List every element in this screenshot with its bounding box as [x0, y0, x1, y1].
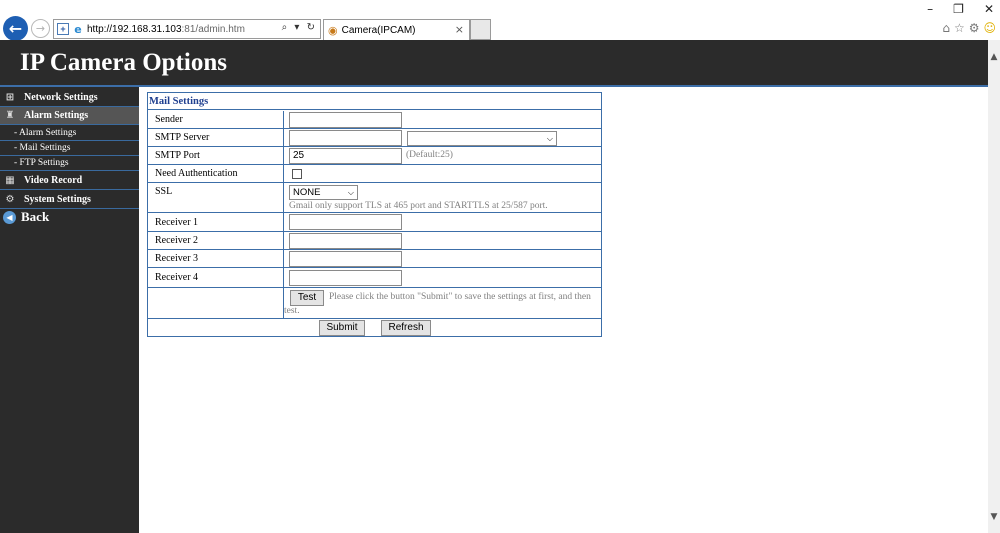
- smtp-port-label: SMTP Port: [148, 147, 284, 164]
- form-row-receiver-4: Receiver 4: [148, 268, 601, 288]
- section-title: Mail Settings: [148, 93, 601, 110]
- receiver-1-input[interactable]: [289, 214, 402, 230]
- receiver-2-label: Receiver 2: [148, 232, 284, 249]
- vertical-scrollbar[interactable]: ▲ ▼: [988, 40, 1000, 533]
- sender-label: Sender: [148, 111, 284, 128]
- back-arrow-icon[interactable]: ←: [3, 16, 28, 41]
- receiver-4-label: Receiver 4: [148, 268, 284, 287]
- ssl-value: NONE: [293, 187, 321, 198]
- form-row-ssl: SSL NONE ⌵ Gmail only support TLS at 465…: [148, 183, 601, 213]
- window-controls: – ❐ ✕: [927, 2, 994, 16]
- sidebar-subitem-ftp-settings[interactable]: - FTP Settings: [0, 156, 139, 171]
- receiver-1-label: Receiver 1: [148, 213, 284, 231]
- close-window-icon[interactable]: ✕: [984, 2, 994, 16]
- sidebar-item-label: Alarm Settings: [24, 110, 89, 121]
- sidebar-item-video-record[interactable]: ▦ Video Record: [0, 172, 139, 190]
- refresh-button[interactable]: Refresh: [381, 320, 431, 336]
- receiver-4-input[interactable]: [289, 270, 402, 286]
- feedback-smiley-icon[interactable]: ☺: [983, 21, 996, 35]
- chevron-down-icon: ⌵: [546, 134, 553, 143]
- browser-chrome: ← → + e http://192.168.31.103:81/admin.h…: [0, 0, 1000, 41]
- tab-title: Camera(IPCAM): [341, 24, 416, 36]
- sidebar-subitem-mail-settings[interactable]: - Mail Settings: [0, 141, 139, 156]
- ssl-note: Gmail only support TLS at 465 port and S…: [289, 201, 548, 211]
- new-tab-button[interactable]: [470, 19, 491, 40]
- form-row-need-auth: Need Authentication: [148, 165, 601, 183]
- url-path: :81/admin.htm: [181, 23, 245, 35]
- form-row-smtp-port: SMTP Port 25 (Default:25): [148, 147, 601, 165]
- receiver-3-label: Receiver 3: [148, 250, 284, 267]
- back-circle-icon: ◀: [3, 210, 16, 224]
- restore-icon[interactable]: ❐: [953, 2, 964, 16]
- gear-icon: ⚙: [5, 194, 15, 205]
- smtp-server-input[interactable]: [289, 130, 402, 146]
- need-auth-checkbox[interactable]: [292, 169, 302, 179]
- submit-button[interactable]: Submit: [319, 320, 365, 336]
- minimize-icon[interactable]: –: [927, 2, 933, 16]
- page-header: IP Camera Options: [0, 40, 988, 87]
- url-host: http://192.168.31.103: [87, 23, 182, 35]
- favorites-star-icon[interactable]: ☆: [954, 21, 965, 35]
- form-row-receiver-3: Receiver 3: [148, 250, 601, 268]
- scroll-up-icon[interactable]: ▲: [988, 52, 1000, 64]
- form-row-sender: Sender: [148, 111, 601, 129]
- sidebar-subitem-alarm-settings[interactable]: - Alarm Settings: [0, 126, 139, 141]
- test-row-spacer: [148, 288, 284, 318]
- smtp-port-hint: (Default:25): [406, 150, 453, 160]
- shield-icon[interactable]: +: [57, 23, 69, 35]
- address-bar[interactable]: + e http://192.168.31.103:81/admin.htm ⌕…: [53, 19, 321, 39]
- sender-input[interactable]: [289, 112, 402, 128]
- film-icon: ▦: [5, 175, 15, 186]
- alarm-icon: ♜: [5, 110, 15, 121]
- search-refresh-icons[interactable]: ⌕ ▾ ↻: [282, 22, 317, 33]
- receiver-3-input[interactable]: [289, 251, 402, 267]
- chevron-down-icon: ⌵: [347, 188, 354, 197]
- ssl-label: SSL: [148, 183, 284, 212]
- receiver-2-input[interactable]: [289, 233, 402, 249]
- settings-gear-icon[interactable]: ⚙: [969, 21, 980, 35]
- sidebar-item-label: System Settings: [24, 194, 91, 205]
- url-text: http://192.168.31.103:81/admin.htm: [87, 24, 245, 35]
- form-row-actions: Submit Refresh: [148, 319, 601, 337]
- smtp-server-label: SMTP Server: [148, 129, 284, 146]
- page-icon: ◉: [328, 23, 338, 37]
- sidebar-item-label: Video Record: [24, 175, 83, 186]
- form-row-smtp-server: SMTP Server ⌵: [148, 129, 601, 147]
- close-tab-icon[interactable]: ×: [455, 23, 464, 36]
- test-button[interactable]: Test: [290, 290, 324, 306]
- sidebar: ⊞ Network Settings ♜ Alarm Settings - Al…: [0, 87, 139, 533]
- browser-toolbar: ⌂ ☆ ⚙ ☺: [942, 21, 996, 35]
- need-auth-label: Need Authentication: [148, 165, 284, 182]
- smtp-port-input[interactable]: 25: [289, 148, 402, 164]
- form-row-receiver-2: Receiver 2: [148, 232, 601, 250]
- sidebar-item-network-settings[interactable]: ⊞ Network Settings: [0, 89, 139, 107]
- smtp-server-preset-select[interactable]: ⌵: [407, 131, 557, 146]
- sidebar-item-system-settings[interactable]: ⚙ System Settings: [0, 191, 139, 209]
- network-icon: ⊞: [5, 92, 15, 103]
- ssl-select[interactable]: NONE ⌵: [289, 185, 358, 200]
- form-row-receiver-1: Receiver 1: [148, 213, 601, 232]
- form-row-test: Test Please click the button "Submit" to…: [148, 288, 601, 319]
- sidebar-item-back[interactable]: ◀ Back: [0, 208, 139, 226]
- back-label: Back: [21, 209, 50, 224]
- sidebar-item-alarm-settings[interactable]: ♜ Alarm Settings: [0, 107, 139, 125]
- forward-arrow-icon[interactable]: →: [31, 19, 50, 38]
- test-note: Please click the button "Submit" to save…: [284, 292, 591, 316]
- mail-settings-panel: Mail Settings Sender SMTP Server ⌵ SMTP …: [147, 92, 602, 337]
- page-title: IP Camera Options: [20, 49, 227, 76]
- sidebar-item-label: Network Settings: [24, 92, 98, 103]
- tab-camera[interactable]: ◉ Camera(IPCAM) ×: [323, 19, 470, 40]
- home-icon[interactable]: ⌂: [942, 21, 950, 35]
- scroll-down-icon[interactable]: ▼: [988, 512, 1000, 524]
- ie-page-icon: e: [74, 22, 82, 36]
